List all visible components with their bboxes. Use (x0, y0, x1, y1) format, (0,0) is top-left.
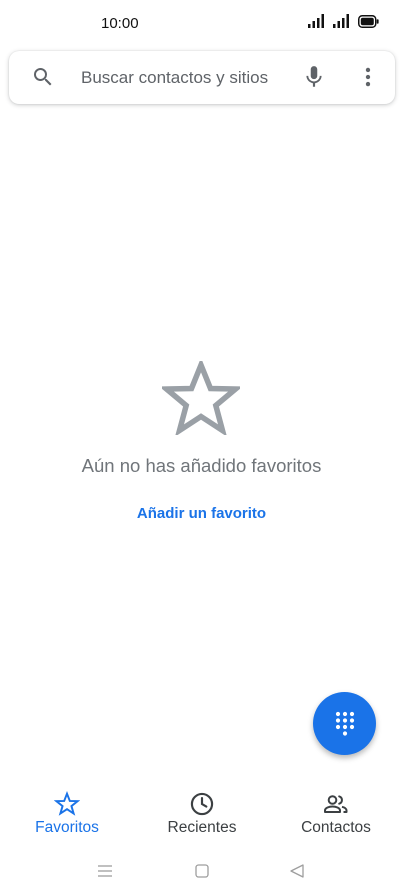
tab-favorites-label: Favoritos (35, 819, 99, 836)
tab-recents[interactable]: Recientes (152, 785, 252, 843)
mic-icon[interactable] (301, 64, 327, 90)
home-square-icon[interactable] (193, 862, 211, 880)
search-input[interactable] (81, 64, 301, 92)
status-icons (308, 14, 379, 28)
search-bar[interactable] (9, 51, 395, 104)
signal-icon (333, 14, 349, 28)
bottom-navigation: Favoritos Recientes Contactos (0, 785, 403, 845)
tab-contacts-label: Contactos (301, 819, 371, 836)
back-triangle-icon[interactable] (288, 862, 306, 880)
empty-state-message: Aún no has añadido favoritos (81, 455, 322, 476)
status-time: 10:00 (101, 15, 139, 32)
phone-favorites-screen: 10:00 Buscar contactos y sitios Aún no h… (0, 0, 403, 896)
dialpad-fab[interactable] (313, 692, 376, 755)
more-vert-icon[interactable] (355, 64, 381, 90)
tab-recents-label: Recientes (167, 819, 237, 836)
add-favorite-link[interactable]: Añadir un favorito (0, 505, 403, 522)
search-icon[interactable] (31, 65, 55, 89)
tab-favorites[interactable]: Favoritos (22, 785, 112, 843)
people-icon (324, 795, 348, 813)
dialpad-icon (335, 711, 354, 736)
status-bar: 10:00 (0, 0, 403, 48)
signal-icon (308, 14, 324, 28)
system-navigation-bar (0, 856, 403, 888)
clock-icon (190, 792, 214, 816)
battery-icon (358, 14, 379, 28)
star-outline-icon (162, 361, 240, 435)
menu-icon[interactable] (96, 862, 114, 880)
tab-contacts[interactable]: Contactos (291, 785, 381, 843)
star-outline-icon (54, 791, 80, 816)
